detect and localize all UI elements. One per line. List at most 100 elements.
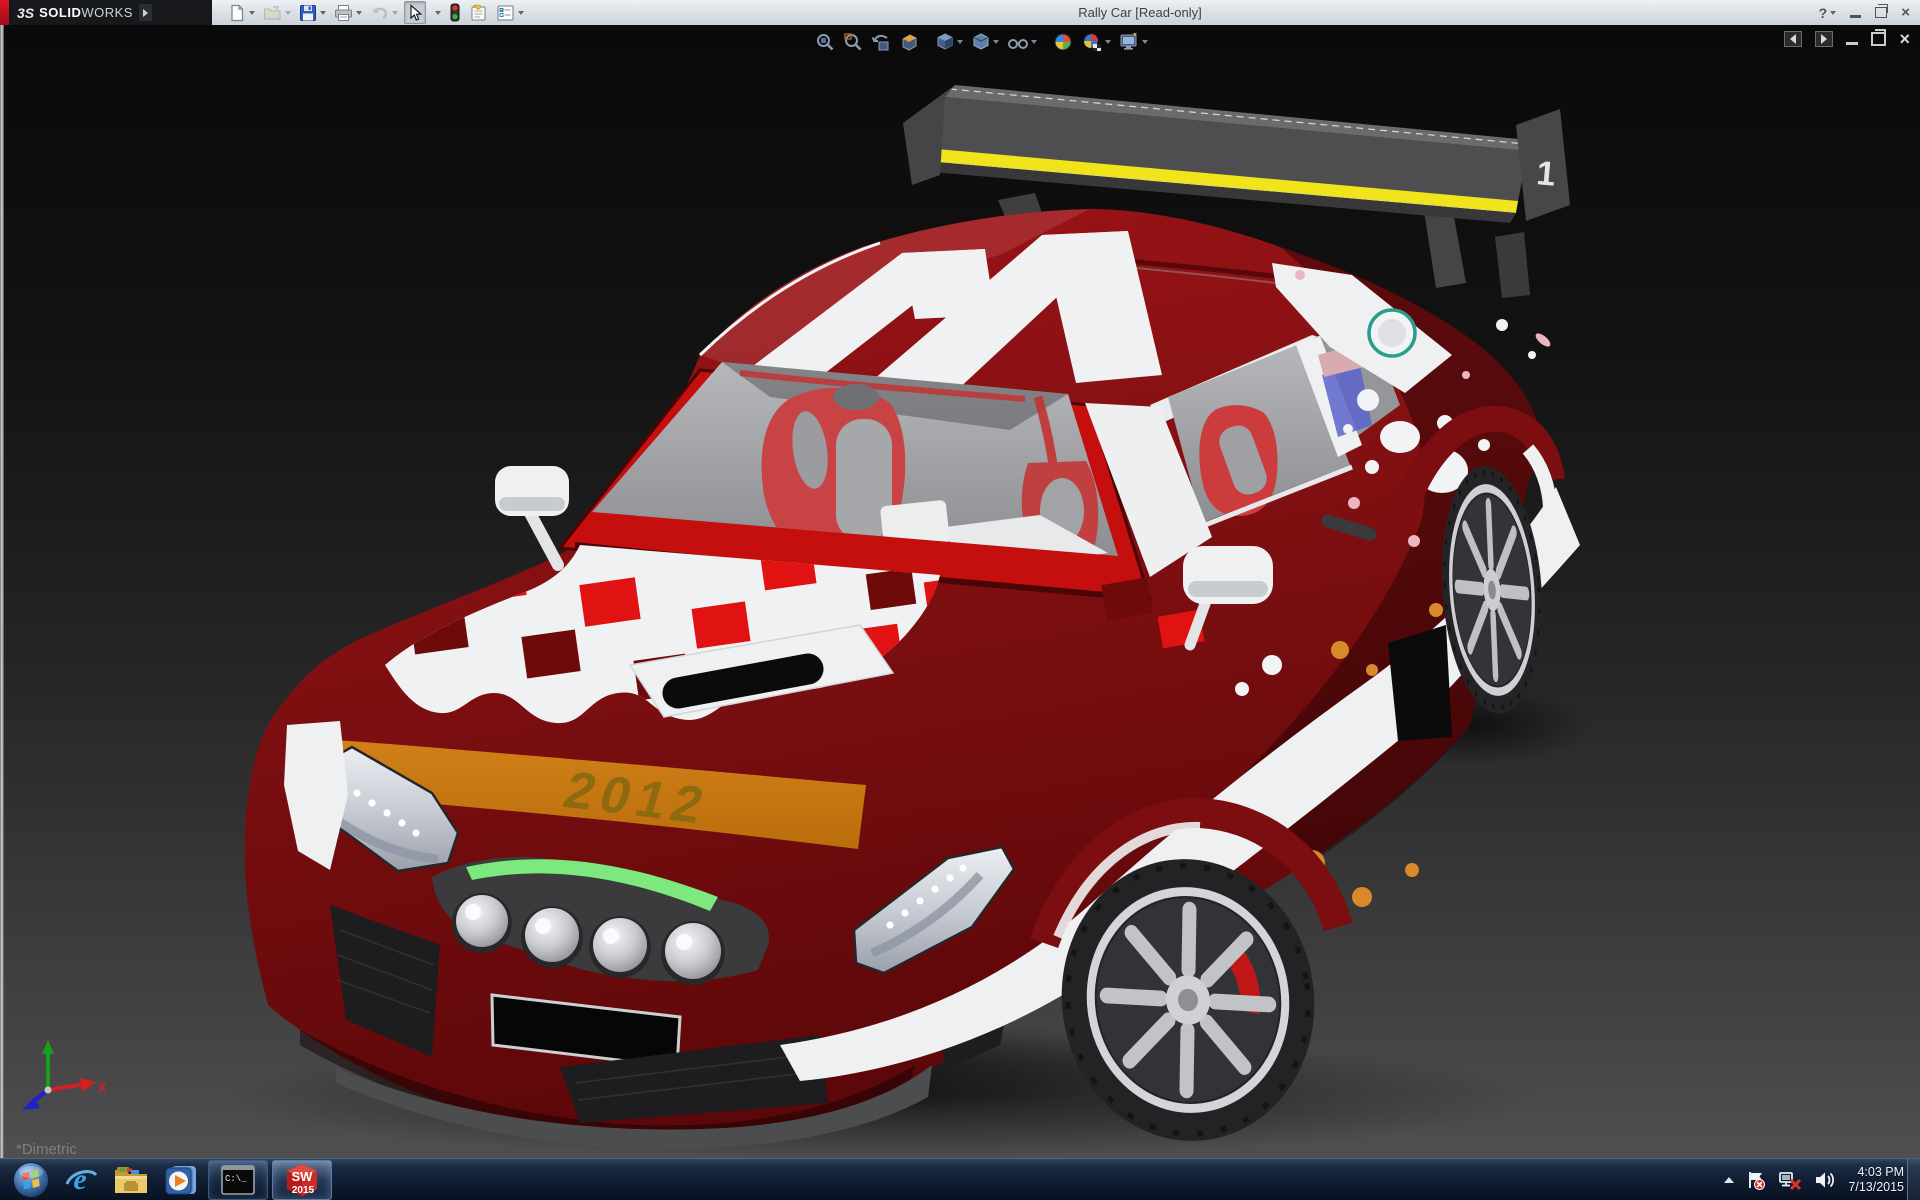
help-button[interactable]: ? xyxy=(1819,5,1837,21)
minimize-button[interactable] xyxy=(1850,15,1861,18)
solidworks-logo[interactable]: 3S SOLIDWORKS xyxy=(0,0,212,25)
show-desktop-button[interactable] xyxy=(1907,1159,1920,1200)
open-button[interactable] xyxy=(261,2,293,23)
options-dropdown-arrow[interactable] xyxy=(518,11,524,15)
apply-scene-button[interactable] xyxy=(1078,30,1114,54)
save-floppy-icon xyxy=(299,4,317,22)
undo-dropdown-arrow[interactable] xyxy=(392,11,398,15)
new-dropdown-arrow[interactable] xyxy=(249,11,255,15)
folder-icon xyxy=(112,1163,150,1197)
solidworks-app-icon: SW 2015 xyxy=(284,1163,320,1197)
file-properties-icon xyxy=(469,4,488,22)
show-left-pane-button[interactable] xyxy=(1784,31,1802,47)
speaker-volume-icon[interactable] xyxy=(1813,1169,1837,1191)
options-button[interactable] xyxy=(494,2,526,23)
save-dropdown-arrow[interactable] xyxy=(320,11,326,15)
graphics-viewport[interactable]: 1 xyxy=(0,25,1920,1158)
triad-x-label: X xyxy=(98,1080,107,1095)
feature-panel-splitter[interactable] xyxy=(0,25,4,1158)
document-minimize-button[interactable] xyxy=(1846,42,1858,45)
windows-taskbar: e xyxy=(0,1158,1920,1200)
taskbar-media-player[interactable] xyxy=(156,1160,206,1200)
window-controls: ? × xyxy=(1819,0,1910,25)
show-hidden-icons-button[interactable] xyxy=(1724,1177,1734,1183)
document-window-controls: × xyxy=(1784,31,1910,47)
logo-works-text: WORKS xyxy=(81,5,133,20)
new-button[interactable] xyxy=(226,2,257,23)
heads-up-view-toolbar xyxy=(812,29,1151,55)
cmd-icon-text: C:\_ xyxy=(225,1174,247,1184)
select-dropdown[interactable] xyxy=(430,2,443,23)
car-rear-arch-vent xyxy=(1388,625,1452,741)
menu-expand-arrow-icon[interactable] xyxy=(139,4,152,21)
new-document-icon xyxy=(228,4,246,22)
select-button[interactable] xyxy=(404,1,426,24)
apply-scene-dropdown[interactable] xyxy=(1105,40,1111,44)
view-settings-dropdown[interactable] xyxy=(1142,40,1148,44)
printer-icon xyxy=(334,4,353,22)
hide-show-items-button[interactable] xyxy=(1004,30,1040,54)
zoom-to-area-icon xyxy=(843,32,863,52)
print-dropdown-arrow[interactable] xyxy=(356,11,362,15)
logo-3s-mark: 3S xyxy=(17,5,34,21)
car-number-decal: 1 xyxy=(1535,154,1557,194)
hide-show-dropdown[interactable] xyxy=(1031,40,1037,44)
document-close-button[interactable]: × xyxy=(1899,32,1910,46)
main-toolbar xyxy=(224,0,528,25)
view-orientation-cube-icon xyxy=(935,32,955,52)
start-button[interactable] xyxy=(6,1160,56,1200)
select-dropdown-arrow[interactable] xyxy=(435,11,441,15)
action-center-flag-icon[interactable] xyxy=(1745,1169,1767,1191)
undo-button[interactable] xyxy=(368,2,400,23)
rebuild-button[interactable] xyxy=(447,2,463,23)
edit-appearance-button[interactable] xyxy=(1050,30,1076,54)
orientation-triad: X xyxy=(14,1038,110,1116)
internet-explorer-icon: e xyxy=(63,1162,99,1198)
clock-date: 7/13/2015 xyxy=(1848,1180,1904,1195)
help-dropdown-arrow[interactable] xyxy=(1830,11,1836,15)
car-mirror-left xyxy=(495,466,569,565)
options-list-icon xyxy=(496,4,515,22)
sw-icon-year: 2015 xyxy=(292,1185,315,1196)
apply-scene-icon xyxy=(1081,32,1103,52)
taskbar-solidworks[interactable]: SW 2015 xyxy=(272,1160,332,1200)
view-orientation-button[interactable] xyxy=(932,30,966,54)
taskbar-clock[interactable]: 4:03 PM 7/13/2015 xyxy=(1848,1165,1904,1195)
close-button[interactable]: × xyxy=(1901,0,1910,25)
open-folder-icon xyxy=(263,4,282,22)
logo-solid-text: SOLID xyxy=(39,5,81,20)
show-right-pane-button[interactable] xyxy=(1815,31,1833,47)
windows-start-orb-icon xyxy=(12,1161,50,1199)
zoom-to-fit-button[interactable] xyxy=(812,30,838,54)
file-properties-button[interactable] xyxy=(467,2,490,23)
system-tray: 4:03 PM 7/13/2015 xyxy=(1724,1159,1904,1200)
taskbar-command-prompt[interactable]: C:\_ xyxy=(208,1160,268,1200)
section-view-button[interactable] xyxy=(896,30,922,54)
print-button[interactable] xyxy=(332,2,364,23)
network-status-icon[interactable] xyxy=(1778,1169,1802,1191)
rally-car-3d-model[interactable]: 1 xyxy=(0,25,1920,1158)
title-bar: 3S SOLIDWORKS xyxy=(0,0,1920,26)
taskbar-windows-explorer[interactable] xyxy=(106,1160,156,1200)
view-orientation-label: *Dimetric xyxy=(16,1141,77,1158)
display-style-dropdown[interactable] xyxy=(993,40,999,44)
eyeglasses-icon xyxy=(1007,32,1029,52)
rebuild-traffic-light-icon xyxy=(449,3,461,22)
select-cursor-icon xyxy=(407,4,423,22)
document-restore-button[interactable] xyxy=(1871,32,1886,46)
display-style-cube-icon xyxy=(971,32,991,52)
display-style-button[interactable] xyxy=(968,30,1002,54)
save-button[interactable] xyxy=(297,2,328,23)
restore-button[interactable] xyxy=(1875,7,1887,18)
view-orientation-dropdown[interactable] xyxy=(957,40,963,44)
view-settings-monitor-icon xyxy=(1119,32,1140,52)
taskbar-internet-explorer[interactable]: e xyxy=(56,1160,106,1200)
sw-icon-letters: SW xyxy=(292,1169,314,1184)
zoom-to-area-button[interactable] xyxy=(840,30,866,54)
view-settings-button[interactable] xyxy=(1116,30,1151,54)
clock-time: 4:03 PM xyxy=(1848,1165,1904,1180)
window-title: Rally Car [Read-only] xyxy=(950,0,1330,25)
previous-view-button[interactable] xyxy=(868,30,894,54)
logo-red-strip xyxy=(0,0,9,25)
open-dropdown-arrow[interactable] xyxy=(285,11,291,15)
